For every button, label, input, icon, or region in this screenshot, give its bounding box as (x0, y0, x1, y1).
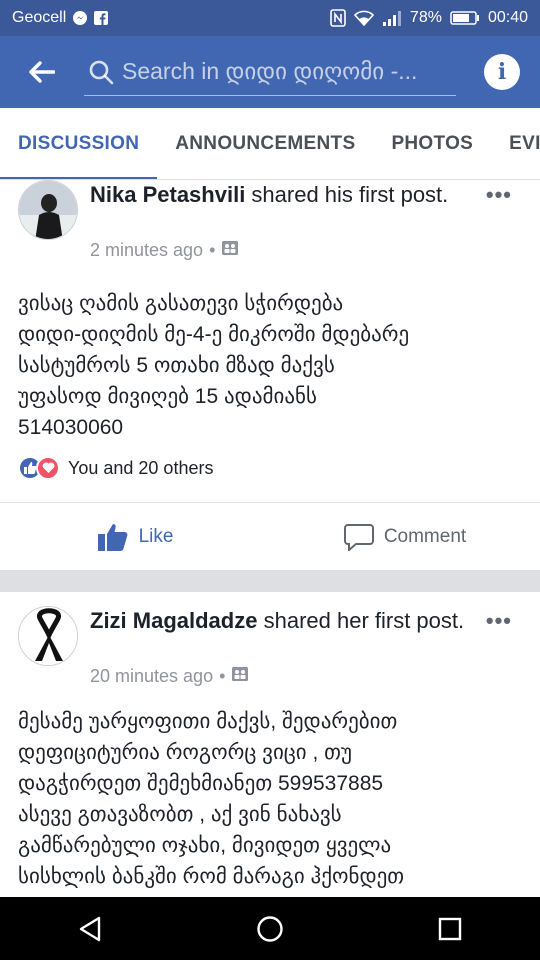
post-body: მესამე უარყოფითი მაქვს, შედარებით დეფიცი… (18, 710, 405, 888)
love-reaction-icon (36, 456, 60, 480)
post-card: Zizi Magaldadze shared her first post. 2… (0, 606, 540, 897)
post-card: Nika Petashvili shared his first post. 2… (0, 180, 540, 570)
search-input[interactable]: Search in დიდი დიღომი -... (84, 48, 456, 96)
post-action-text: shared his first post. (245, 182, 449, 207)
system-navigation-bar (0, 897, 540, 960)
meta-separator: • (209, 240, 216, 260)
battery-icon (450, 11, 480, 25)
signal-icon (382, 10, 402, 26)
thumbs-up-icon (97, 523, 127, 551)
meta-separator: • (219, 666, 226, 686)
like-label: Like (138, 525, 174, 547)
square-recents-icon (438, 917, 462, 940)
nfc-icon (330, 9, 346, 27)
wifi-icon (353, 10, 374, 26)
info-icon: i (497, 59, 507, 85)
messenger-icon (72, 10, 88, 26)
like-button[interactable]: Like (0, 503, 270, 570)
tab-discussion[interactable]: DISCUSSION (0, 108, 158, 179)
post-time[interactable]: 2 minutes ago (90, 240, 203, 261)
post-meta: 20 minutes ago • (90, 666, 249, 687)
post-options-button[interactable]: ••• (486, 608, 512, 634)
group-audience-icon (231, 666, 249, 687)
post-options-button[interactable]: ••• (486, 182, 512, 208)
post-author-name[interactable]: Zizi Magaldadze (90, 608, 257, 633)
post-time[interactable]: 20 minutes ago (90, 666, 213, 687)
post-body: ვისაც ღამის გასათევი სჭირდება დიდი-დიღმი… (18, 292, 410, 439)
comment-icon (343, 523, 374, 551)
search-placeholder: Search in დიდი დიღომი -... (122, 58, 418, 84)
group-audience-icon (221, 240, 239, 261)
post-action-text: shared her first post. (257, 608, 465, 633)
nav-back-button[interactable] (30, 897, 150, 960)
nav-home-button[interactable] (210, 897, 330, 960)
group-tabs: DISCUSSION ANNOUNCEMENTS PHOTOS EVI (0, 108, 540, 180)
search-icon (88, 59, 114, 85)
comment-label: Comment (383, 525, 467, 547)
tab-announcements[interactable]: ANNOUNCEMENTS (157, 108, 373, 179)
post-author-line: Nika Petashvili shared his first post. (90, 180, 480, 209)
comment-button[interactable]: Comment (270, 503, 540, 570)
tab-events[interactable]: EVI (491, 108, 540, 179)
battery-percent: 78% (409, 9, 442, 26)
info-button[interactable]: i (484, 54, 520, 90)
tab-photos[interactable]: PHOTOS (373, 108, 491, 179)
avatar[interactable] (18, 606, 78, 666)
reactions-summary[interactable]: You and 20 others (18, 456, 213, 480)
status-bar: Geocell 78% 00:40 (0, 0, 540, 36)
facebook-icon (94, 11, 109, 25)
avatar[interactable] (18, 180, 78, 240)
carrier-name: Geocell (12, 9, 67, 26)
post-divider (0, 570, 540, 592)
nav-recents-button[interactable] (390, 897, 510, 960)
triangle-back-icon (79, 916, 101, 941)
clock: 00:40 (487, 9, 528, 26)
circle-home-icon (257, 915, 283, 942)
post-author-line: Zizi Magaldadze shared her first post. (90, 606, 480, 635)
reactions-count-text: You and 20 others (68, 457, 214, 478)
post-actions: Like Comment (0, 502, 540, 570)
post-author-name[interactable]: Nika Petashvili (90, 182, 245, 207)
back-button[interactable] (0, 36, 84, 108)
app-bar: Search in დიდი დიღომი -... i (0, 36, 540, 108)
back-arrow-icon (29, 61, 55, 83)
post-meta: 2 minutes ago • (90, 240, 239, 261)
